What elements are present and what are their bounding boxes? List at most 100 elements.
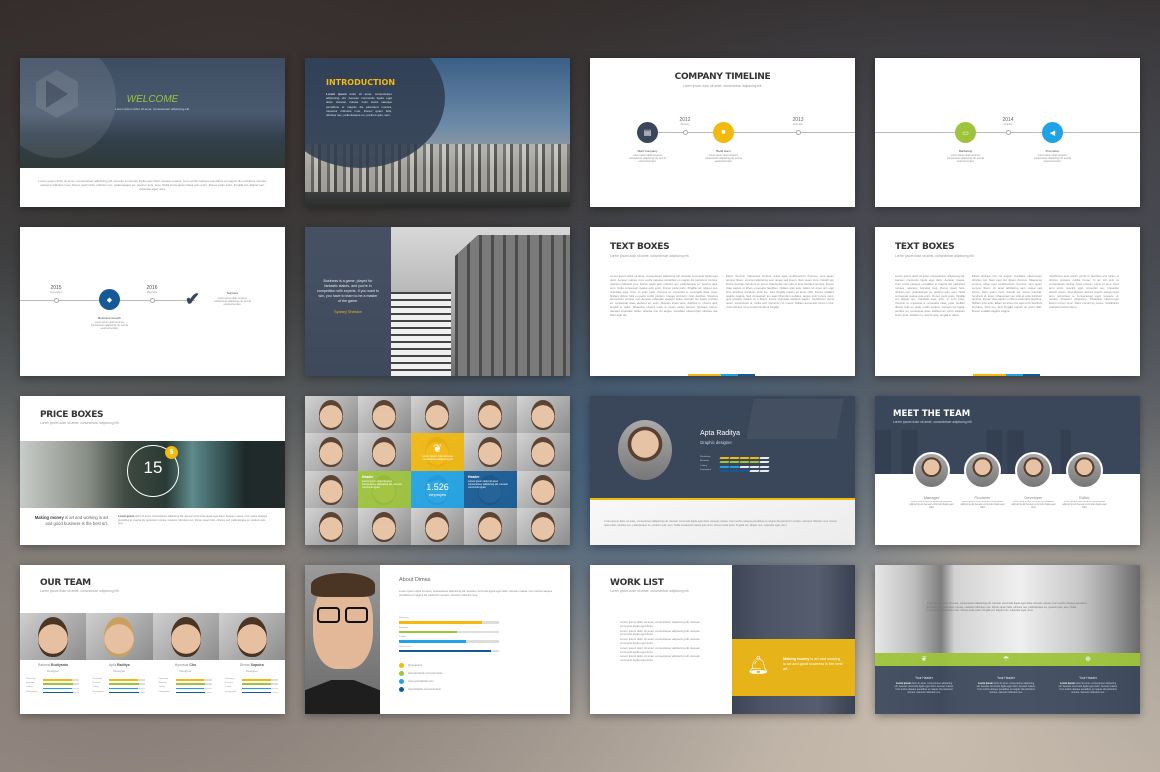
checkmark-icon: ✔: [185, 289, 201, 309]
introduction-title: INTRODUCTION: [326, 78, 396, 87]
skill-bar: [175, 691, 212, 694]
accent-bar-darkblue: [738, 374, 755, 376]
slide-headers[interactable]: Lorem ipsum dolor sit amet, consectetuer…: [875, 565, 1140, 714]
face-photo: [358, 433, 411, 471]
contact-link[interactable]: www.facebook.com/yourname: [408, 672, 443, 675]
slide-introduction[interactable]: INTRODUCTION Lorem ipsum dolor sit amet,…: [305, 58, 570, 207]
member-first-name: Dimas: [239, 663, 251, 667]
skill-label: Illustrator: [224, 682, 233, 685]
member-first-name: Apta: [108, 663, 118, 667]
skill-bar: [109, 679, 146, 681]
milestone-label: Marketing: [958, 149, 973, 153]
slide-text-boxes-3col[interactable]: TEXT BOXES Lorem ipsum dolor sit amet, c…: [875, 227, 1140, 376]
member-face: [236, 617, 267, 657]
slide-work-list[interactable]: WORK LIST Lorem ipsum dolor sit amet, co…: [590, 565, 855, 714]
face-photo: [517, 396, 570, 434]
milestone-desc: Lorem ipsum dolor sit amet, consectetuer…: [213, 297, 252, 306]
contact-link[interactable]: www.linkedin.com/yourname: [408, 688, 441, 691]
timeline-node: [54, 298, 59, 303]
bullet-icon: ◦: [616, 620, 617, 624]
briefcase-icon: ■: [713, 122, 734, 143]
skill-label: Photoshop: [92, 677, 102, 680]
work-list: ◦ Lorem ipsum dolor sit amet, consectetue…: [616, 620, 704, 664]
skill-segment: [729, 469, 740, 472]
slide-quote[interactable]: Business is a game, played for fantastic…: [305, 227, 570, 376]
face-photo: [305, 396, 358, 434]
avatar: [618, 420, 672, 480]
col-text: Lorem ipsum dolor sit amet, consectetuer…: [976, 682, 1036, 694]
timeline-subtitle: Lorem ipsum dolor sit amet, consectetuer…: [682, 84, 763, 88]
work-list-text: Lorem ipsum dolor sit amet, consectetuer…: [620, 628, 700, 637]
skill-bar-fill: [109, 679, 139, 681]
avatar: [1015, 452, 1052, 489]
introduction-text: dolor sit amet, consectetuer adipiscing …: [326, 92, 392, 118]
leaf-icon: ❦: [921, 656, 927, 663]
twitter-icon[interactable]: [399, 663, 404, 668]
slide-company-timeline[interactable]: COMPANY TIMELINE Lorem ipsum dolor sit a…: [590, 58, 855, 207]
member-photo: [20, 613, 87, 660]
slide-welcome[interactable]: WELCOME Lorem ipsum dolor sit amet, cons…: [20, 58, 285, 207]
milestone-desc: Lorem ipsum dolor sit amet, consectetuer…: [90, 321, 129, 330]
tile-blue: 1.526 employes: [411, 470, 464, 508]
skill-label: Photoshop: [26, 677, 36, 680]
skill-segment: [719, 469, 730, 472]
tile-title: Header: [468, 474, 480, 479]
col-text: Lorem ipsum dolor sit amet, consectetuer…: [894, 682, 954, 694]
member-photo: [86, 613, 153, 660]
member-face: [170, 617, 201, 657]
slide-timeline-final[interactable]: 2015 December 2016 May/April ◆ ✔ Busines…: [20, 227, 285, 376]
milestone-desc: Lorem ipsum dolor sit amet, consectetuer…: [1033, 154, 1072, 163]
plus-icon: ⊕: [1085, 656, 1091, 663]
skill-bar: [241, 679, 278, 681]
building-icon: ▤: [637, 122, 658, 143]
price-quote-bold: Making money: [34, 515, 64, 520]
skill-label: Illustrator: [92, 682, 101, 685]
welcome-title: WELCOME: [126, 94, 179, 105]
quote-author: Sydney Sheldon: [334, 310, 362, 314]
profile-name: Apta Raditya: [700, 430, 741, 437]
milestone-label: Start Company: [637, 149, 658, 153]
bullet-icon: ◦: [616, 637, 617, 642]
contact-link[interactable]: www.yourwebsite.com: [408, 680, 434, 683]
member-last-name: Cho: [189, 663, 197, 667]
skill-label: Powerpoint: [700, 468, 711, 471]
member-desc: Lorem ipsum dolor sit amet consectetuer …: [909, 501, 954, 509]
slide-our-team[interactable]: OUR TEAM Lorem ipsum dolor sit amet, con…: [20, 565, 285, 714]
linkedin-icon[interactable]: [399, 687, 404, 692]
member-desc: Lorem ipsum dolor sit amet consectetuer …: [960, 501, 1005, 509]
slide-price-boxes[interactable]: PRICE BOXES Lorem ipsum dolor sit amet, …: [20, 396, 285, 545]
skill-label: Photography: [26, 690, 38, 693]
tile-text: Lorem ipsum dolor sit amet consectetuer …: [468, 479, 508, 489]
skill-bar-fill: [399, 621, 482, 624]
slide-about[interactable]: About Dimas Lorem ipsum dolor sit amet, …: [305, 565, 570, 714]
slide-meet-team[interactable]: MEET THE TEAM Lorem ipsum dolor sit amet…: [875, 396, 1140, 545]
milestone-label: Build team: [716, 149, 731, 153]
glasses-right: [345, 607, 368, 623]
work-list-text: Lorem ipsum dolor sit amet, consectetuer…: [620, 620, 700, 628]
accent-bar-yellow: [688, 374, 721, 376]
slide-faces-grid[interactable]: ❦ Lorem ipsum dolor sit amet consectetue…: [305, 396, 570, 545]
meet-title: MEET THE TEAM: [893, 409, 971, 419]
text-column: Etiam ultricies nisi vel augue. Curabitu…: [972, 275, 1042, 314]
skill-bar-fill: [175, 679, 205, 681]
price-value: 15: [143, 458, 163, 477]
textboxes-title: TEXT BOXES: [610, 242, 670, 252]
slide-text-boxes-2col[interactable]: TEXT BOXES Lorem ipsum dolor sit amet, c…: [590, 227, 855, 376]
skill-segment: [759, 465, 770, 468]
contact-link[interactable]: @yourname: [408, 664, 422, 667]
about-body: Lorem ipsum dolor sit amet, consectetuer…: [399, 590, 553, 597]
face-photo: [464, 507, 517, 545]
skill-segment: [749, 457, 760, 459]
vimeo-icon[interactable]: [399, 679, 404, 684]
slide-timeline-continued[interactable]: ▭ ◀ 2014 October Marketing Lorem ipsum d…: [875, 58, 1140, 207]
bullet-icon: ◦: [616, 645, 617, 650]
skill-bar: [43, 691, 79, 694]
textboxes-subtitle: Lorem ipsum dolor sit amet, consectetuer…: [895, 254, 975, 258]
slide-profile[interactable]: Apta Raditya Graphic designer Photoshop I…: [590, 396, 855, 545]
milestone-label: Promotion: [1045, 149, 1060, 153]
skill-bar-fill: [109, 683, 139, 685]
facebook-icon[interactable]: [399, 671, 404, 676]
skill-bar-fill: [43, 691, 73, 694]
price-quote: Making money is art and working is art a…: [30, 515, 108, 526]
accent-bar-darkblue: [1023, 374, 1040, 376]
